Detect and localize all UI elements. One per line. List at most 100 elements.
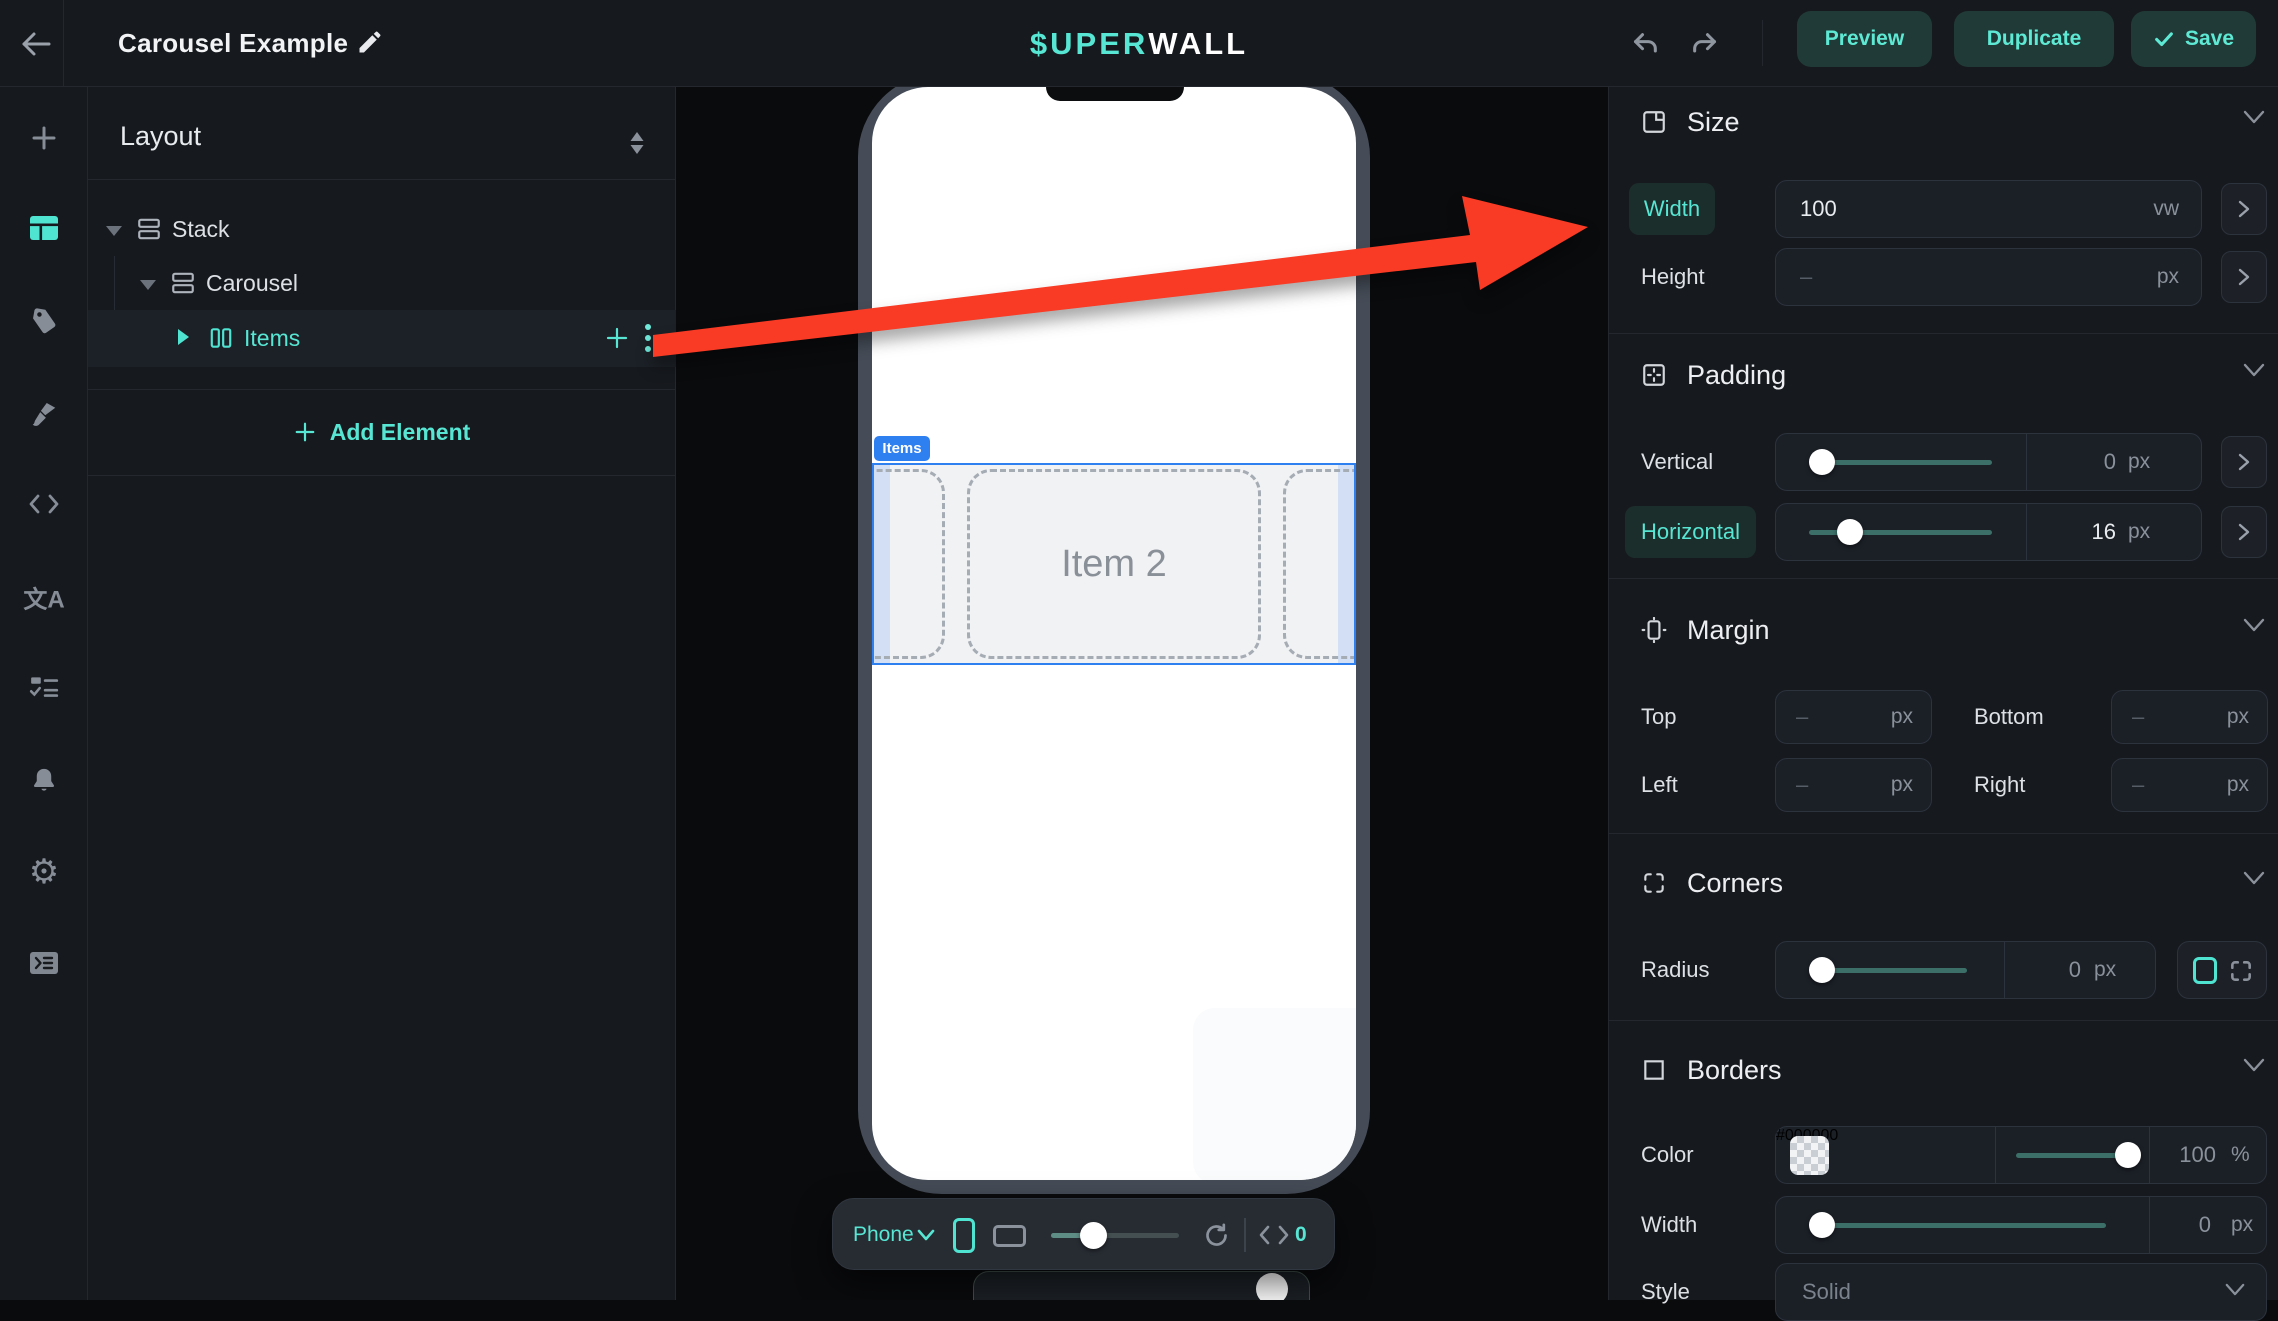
padding-horizontal-expand-button[interactable] [2221,506,2267,558]
borders-section-title: Borders [1687,1055,1782,1086]
padding-section-header[interactable]: Padding [1641,355,1786,395]
color-swatch[interactable] [1790,1136,1829,1175]
item-text: Item 2 [874,465,1354,663]
corner-radius-control[interactable]: 0 px [1775,941,2156,999]
add-child-button[interactable] [605,326,629,350]
section-divider [1609,333,2278,334]
padding-vertical-expand-button[interactable] [2221,436,2267,488]
padding-vertical-control[interactable]: 0 px [1775,433,2202,491]
add-element-label: Add Element [330,419,471,446]
code-tab-button[interactable] [28,491,60,517]
border-style-select[interactable]: Solid [1775,1263,2267,1321]
opacity-slider-knob[interactable] [2115,1142,2141,1168]
chevron-down-icon[interactable] [2242,870,2266,886]
rules-tab-button[interactable] [29,673,59,701]
padding-horizontal-label-pill[interactable]: Horizontal [1625,506,1756,558]
screen-footer-block [1193,1008,1356,1180]
save-label: Save [2185,27,2234,51]
undo-button[interactable] [1626,24,1666,64]
height-unit[interactable]: px [2157,249,2179,305]
layout-tab-button[interactable] [28,214,60,242]
chevron-right-icon [2237,452,2251,472]
chevron-down-icon[interactable] [2242,109,2266,125]
tags-tab-button[interactable] [29,306,59,336]
padding-horizontal-control[interactable]: 16 px [1775,503,2202,561]
console-tab-button[interactable] [28,949,60,977]
edit-title-button[interactable] [356,28,384,56]
tree-row-items[interactable]: Items [88,310,676,367]
margin-left-value: – [1796,759,1808,811]
slider-knob[interactable] [1809,957,1835,983]
stack-icon [170,271,196,295]
canvas[interactable]: Item 2 Items Phone 0 [676,87,1608,1300]
borders-section-header[interactable]: Borders [1641,1050,1782,1090]
zoom-slider-track[interactable] [1051,1233,1179,1238]
superwall-logo: $UPERWALL [1030,0,1248,87]
topbar-divider [63,0,64,87]
border-color-label: Color [1641,1142,1694,1168]
corners-section-header[interactable]: Corners [1641,863,1783,903]
localization-tab-button[interactable]: 文A [23,580,64,615]
add-element-button[interactable]: Add Element [88,389,676,475]
preview-button[interactable]: Preview [1797,11,1932,67]
slider-knob[interactable] [1837,519,1863,545]
border-color-control[interactable]: #000000 100 % [1775,1126,2267,1184]
landscape-mode-button[interactable] [993,1225,1026,1247]
preview-label: Preview [1825,27,1904,51]
height-input[interactable]: – px [1775,248,2202,306]
padding-horizontal-label: Horizontal [1641,519,1740,545]
chevron-down-icon[interactable] [917,1228,935,1242]
per-corner-radius-button[interactable] [2228,958,2254,984]
width-label-pill[interactable]: Width [1629,183,1715,235]
width-input[interactable]: 100 vw [1775,180,2202,238]
zoom-slider-knob[interactable] [1080,1222,1107,1249]
save-button[interactable]: Save [2131,11,2256,67]
margin-icon [1641,617,1667,643]
redo-button[interactable] [1684,24,1724,64]
width-expand-button[interactable] [2221,183,2267,235]
corner-radius-label: Radius [1641,957,1709,983]
panel-divider [88,179,676,180]
layout-panel: Layout Stack Carousel Items [88,87,676,1300]
portrait-mode-button[interactable] [953,1218,975,1253]
margin-top-input[interactable]: – px [1775,690,1932,744]
slider-knob[interactable] [1809,449,1835,475]
caret-down-icon[interactable] [140,280,156,290]
size-section-header[interactable]: Size [1641,102,1740,142]
code-icon [28,491,60,517]
tree-row-carousel[interactable]: Carousel [88,256,676,310]
slider-track[interactable] [1809,460,1992,465]
items-selection[interactable]: Item 2 [872,463,1356,665]
slider-track[interactable] [1809,1223,2106,1228]
uniform-radius-button[interactable] [2193,957,2217,984]
width-unit[interactable]: vw [2153,181,2179,237]
margin-right-unit: px [2227,759,2249,811]
duplicate-button[interactable]: Duplicate [1954,11,2114,67]
chevron-down-icon[interactable] [2242,617,2266,633]
back-button[interactable] [14,22,58,66]
settings-tab-button[interactable]: ⚙ [29,852,59,892]
tree-row-stack[interactable]: Stack [88,202,676,256]
toolbar-divider [1244,1218,1246,1252]
margin-left-input[interactable]: – px [1775,758,1932,812]
code-view-button[interactable] [1259,1225,1289,1245]
refresh-button[interactable] [1203,1222,1230,1249]
add-icon-button[interactable] [29,123,59,153]
border-width-control[interactable]: 0 px [1775,1196,2267,1254]
margin-bottom-label: Bottom [1974,704,2044,730]
margin-right-input[interactable]: – px [2111,758,2268,812]
caret-down-icon[interactable] [106,226,122,236]
row-menu-button[interactable] [644,323,652,353]
caret-right-icon[interactable] [178,329,189,345]
width-label: Width [1644,196,1700,222]
margin-bottom-input[interactable]: – px [2111,690,2268,744]
theme-tab-button[interactable] [29,399,59,429]
device-select[interactable]: Phone [853,1199,914,1271]
chevron-down-icon[interactable] [2242,1057,2266,1073]
height-expand-button[interactable] [2221,251,2267,303]
sort-layers-button[interactable] [626,130,648,156]
slider-knob[interactable] [1809,1212,1835,1238]
margin-section-header[interactable]: Margin [1641,610,1770,650]
notifications-tab-button[interactable] [30,765,58,795]
chevron-down-icon[interactable] [2242,362,2266,378]
